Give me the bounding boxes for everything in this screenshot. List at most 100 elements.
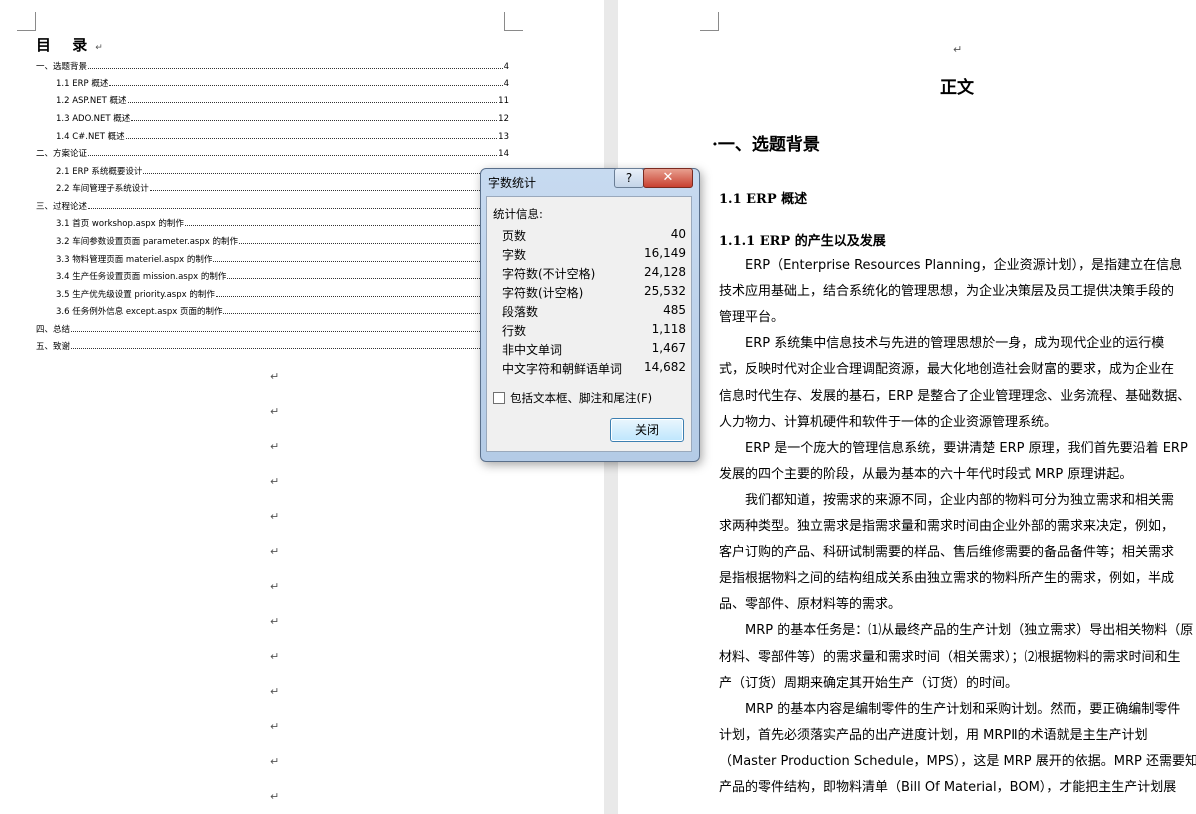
toc-entry[interactable]: 2.2 车间管理子系统设计 xyxy=(56,182,509,194)
body-line: 产品的零件结构，即物料清单（Bill Of Material，BOM），才能把主… xyxy=(719,780,1177,795)
toc-entry-text: 2.1 ERP 系统概要设计 xyxy=(56,167,143,177)
document-page-right: ↵ 正文 ·一、选题背景 1.1 ERP 概述 1.1.1 ERP 的产生以及发… xyxy=(618,0,1196,814)
toc-leader xyxy=(223,313,508,314)
stat-row: 行数 1,118 xyxy=(502,322,686,340)
toc-entry[interactable]: 四、总结 xyxy=(36,323,509,335)
toc-entry-text: 3.2 车间参数设置页面 parameter.aspx 的制作 xyxy=(56,237,238,247)
toc-leader xyxy=(71,331,508,332)
stat-value: 40 xyxy=(670,227,686,241)
paragraph-mark: ↵ xyxy=(270,615,280,628)
toc-entry[interactable]: 1.4 C#.NET 概述 13 xyxy=(56,130,509,142)
toc-entry[interactable]: 五、致谢 xyxy=(36,340,509,352)
toc-entry[interactable]: 3.6 任务例外信息 except.aspx 页面的制作 xyxy=(56,305,509,317)
toc-leader xyxy=(71,348,508,349)
toc-entry[interactable]: 1.2 ASP.NET 概述 11 xyxy=(56,94,509,106)
toc-leader xyxy=(143,173,508,174)
toc-entry-text: 3.1 首页 workshop.aspx 的制作 xyxy=(56,219,184,229)
body-line: MRP 的基本内容是编制零件的生产计划和采购计划。然而，要正确编制零件 xyxy=(719,701,1181,717)
toc-entry[interactable]: 1.1 ERP 概述 4 xyxy=(56,77,509,89)
stats-section-label: 统计信息: xyxy=(493,207,543,221)
toc-entry[interactable]: 一、选题背景 4 xyxy=(36,60,509,72)
body-line: ERP（Enterprise Resources Planning，企业资源计划… xyxy=(719,258,1183,273)
toc-leader xyxy=(213,261,508,262)
paragraph-mark: ↵ xyxy=(953,43,963,56)
toc-leader xyxy=(127,102,498,103)
stat-row: 字符数(不计空格) 24,128 xyxy=(502,265,686,283)
toc-leader xyxy=(184,225,508,226)
toc-entry-text: 2.2 车间管理子系统设计 xyxy=(56,184,149,194)
toc-leader xyxy=(149,190,508,191)
include-textboxes-checkbox[interactable]: 包括文本框、脚注和尾注(F) xyxy=(493,390,652,406)
stat-label: 字符数(不计空格) xyxy=(502,267,596,281)
toc-entry-text: 一、选题背景 xyxy=(36,62,88,72)
heading-1: ·一、选题背景 xyxy=(712,135,820,155)
toc-entry[interactable]: 2.1 ERP 系统概要设计 xyxy=(56,165,509,177)
stat-value: 1,467 xyxy=(651,341,686,355)
stat-label: 段落数 xyxy=(502,305,539,319)
body-line: 管理平台。 xyxy=(719,310,785,326)
toc-entry[interactable]: 3.2 车间参数设置页面 parameter.aspx 的制作 xyxy=(56,235,509,247)
body-line: 我们都知道，按需求的来源不同，企业内部的物料可分为独立需求和相关需 xyxy=(719,492,1175,508)
toc-entry-page: 11 xyxy=(498,96,509,106)
toc-leader xyxy=(125,138,498,139)
toc-entry-page: 4 xyxy=(503,62,509,72)
toc-leader xyxy=(215,296,508,297)
toc-entry[interactable]: 3.3 物料管理页面 materiel.aspx 的制作 xyxy=(56,253,509,265)
paragraph-mark: ↵ xyxy=(270,510,280,523)
body-line: 材料、零部件等）的需求量和需求时间（相关需求）；⑵根据物料的需求时间和生 xyxy=(719,649,1181,665)
dialog-title: 字数统计 xyxy=(488,176,537,190)
toc-entry[interactable]: 3.4 生产任务设置页面 mission.aspx 的制作 xyxy=(56,270,509,282)
main-heading: 正文 xyxy=(940,78,974,98)
toc-entry-text: 3.3 物料管理页面 materiel.aspx 的制作 xyxy=(56,255,213,265)
help-button[interactable]: ? xyxy=(614,168,644,188)
body-line: 品、零部件、原材料等的需求。 xyxy=(719,597,902,613)
stat-label: 中文字符和朝鲜语单词 xyxy=(502,362,623,376)
toc-leader xyxy=(227,278,508,279)
toc-entry[interactable]: 二、方案论证 14 xyxy=(36,147,509,159)
body-line: 发展的四个主要的阶段，从最为基本的六十年代时段式 MRP 原理讲起。 xyxy=(719,466,1133,482)
paragraph-mark: ↵ xyxy=(270,755,280,768)
close-icon[interactable]: ✕ xyxy=(643,168,693,188)
paragraph-mark: ↵ xyxy=(270,790,280,803)
stat-row: 段落数 485 xyxy=(502,303,686,321)
toc-entry-text: 四、总结 xyxy=(36,325,71,335)
toc-leader xyxy=(88,208,508,209)
body-line: ERP 系统集中信息技术与先进的管理思想於一身，成为现代企业的运行模 xyxy=(719,336,1165,352)
toc-entry[interactable]: 3.5 生产优先级设置 priority.aspx 的制作 xyxy=(56,288,509,300)
stat-row: 页数 40 xyxy=(502,227,686,245)
stat-label: 字符数(计空格) xyxy=(502,286,584,300)
stat-row: 中文字符和朝鲜语单词 14,682 xyxy=(502,360,686,378)
stat-label: 字数 xyxy=(502,248,527,262)
paragraph-mark: ↵ xyxy=(270,720,280,733)
stat-value: 14,682 xyxy=(644,360,686,374)
toc-leader xyxy=(88,68,503,69)
toc-entry-text: 二、方案论证 xyxy=(36,149,88,159)
toc-leader xyxy=(109,85,503,86)
toc-leader xyxy=(238,243,508,244)
toc-entry-text: 五、致谢 xyxy=(36,342,71,352)
close-button[interactable]: 关闭 xyxy=(610,418,684,442)
stat-value: 1,118 xyxy=(651,322,686,336)
stat-row: 字数 16,149 xyxy=(502,246,686,264)
body-line: 技术应用基础上，结合系统化的管理思想，为企业决策层及员工提供决策手段的 xyxy=(719,284,1175,300)
body-line: 客户订购的产品、科研试制需要的样品、售后维修需要的备品备件等；相关需求 xyxy=(719,545,1175,561)
toc-entry[interactable]: 1.3 ADO.NET 概述 12 xyxy=(56,112,509,124)
toc-leader xyxy=(131,120,498,121)
body-line: 是指根据物料之间的结构组成关系由独立需求的物料所产生的需求，例如，半成 xyxy=(719,571,1175,587)
toc-entry[interactable]: 三、过程论述 xyxy=(36,200,509,212)
paragraph-mark: ↵ xyxy=(270,475,280,488)
checkbox-box[interactable] xyxy=(493,392,505,404)
body-line: 产（订货）周期来确定其开始生产（订货）的时间。 xyxy=(719,675,1019,691)
paragraph-mark: ↵ xyxy=(270,370,280,383)
crop-mark xyxy=(17,12,36,31)
paragraph-mark: ↵ xyxy=(270,545,280,558)
stat-label: 页数 xyxy=(502,229,527,243)
toc-entry-text: 三、过程论述 xyxy=(36,202,88,212)
body-line: MRP 的基本任务是：⑴从最终产品的生产计划（独立需求）导出相关物料（原 xyxy=(719,623,1194,639)
toc-entry-text: 1.2 ASP.NET 概述 xyxy=(56,96,127,106)
toc-entry[interactable]: 3.1 首页 workshop.aspx 的制作 xyxy=(56,217,509,229)
heading-3: 1.1.1 ERP 的产生以及发展 xyxy=(719,234,886,249)
body-line: 求两种类型。独立需求是指需求量和需求时间由企业外部的需求来决定，例如， xyxy=(719,519,1175,534)
paragraph-mark: ↵ xyxy=(270,650,280,663)
body-line: （Master Production Schedule，MPS），这是 MRP … xyxy=(719,753,1196,769)
